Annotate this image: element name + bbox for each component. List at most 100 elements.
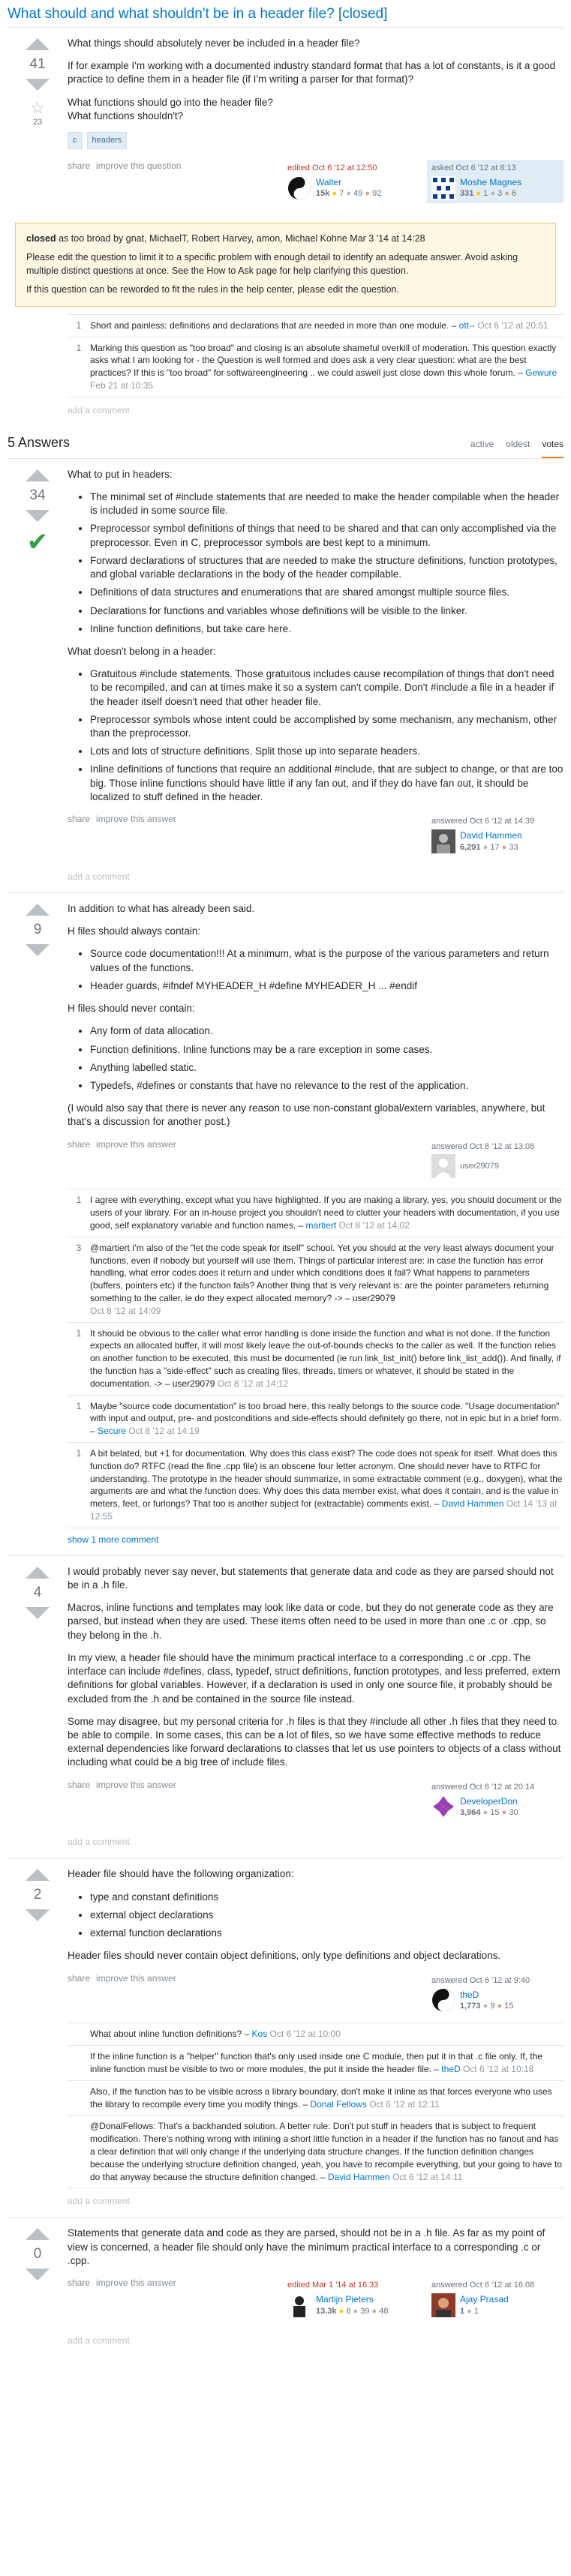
- upvote-arrow-icon[interactable]: [26, 903, 50, 916]
- comment-user[interactable]: Secure: [98, 1426, 126, 1436]
- downvote-arrow-icon[interactable]: [26, 943, 50, 956]
- tag-c[interactable]: c: [68, 132, 83, 149]
- answered-time: answered Oct 6 '12 at 20:14: [431, 1782, 535, 1792]
- user-name[interactable]: theD: [460, 1989, 513, 2001]
- user-name[interactable]: Ajay Prasad: [460, 2293, 509, 2305]
- user-name[interactable]: David Hammen: [460, 829, 522, 841]
- share-link[interactable]: share: [68, 813, 90, 825]
- list: Source code documentation!!! At a minimu…: [68, 947, 563, 993]
- comment-user[interactable]: David Hammen: [328, 2172, 390, 2182]
- add-comment-link[interactable]: add a comment: [68, 871, 556, 882]
- add-comment-link[interactable]: add a comment: [68, 2335, 556, 2346]
- downvote-arrow-icon[interactable]: [26, 2269, 50, 2281]
- paragraph: What doesn't belong in a header:: [68, 645, 216, 657]
- comment-user[interactable]: theD: [441, 2064, 460, 2074]
- walter-avatar[interactable]: [287, 176, 311, 200]
- martijn-pieters-avatar[interactable]: [287, 2293, 311, 2317]
- show-more-comments-link[interactable]: show 1 more comment: [68, 1534, 556, 1545]
- tab-oldest[interactable]: oldest: [506, 439, 530, 458]
- share-link[interactable]: share: [68, 1972, 90, 1984]
- post-menu-row: share improve this answer edited Mar 1 '…: [68, 2277, 563, 2320]
- post-menu-row: share improve this answer answered Oct 8…: [68, 1138, 563, 1182]
- add-comment-link[interactable]: add a comment: [68, 2196, 556, 2206]
- moshe-avatar[interactable]: [431, 175, 455, 200]
- share-link[interactable]: share: [68, 160, 90, 172]
- post-menu-row: share improve this answer answered Oct 6…: [68, 813, 563, 856]
- user-name[interactable]: DeveloperDon: [460, 1795, 518, 1807]
- downvote-arrow-icon[interactable]: [26, 509, 50, 522]
- comment-user[interactable]: David Hammen: [442, 1498, 504, 1509]
- asker-card: asked Oct 6 '12 at 8:13 Moshe Magnes 331…: [427, 159, 563, 203]
- thed-avatar[interactable]: [431, 1988, 455, 2012]
- list: The minimal set of #include statements t…: [68, 490, 563, 636]
- post-menu: share improve this answer: [68, 1972, 176, 1984]
- tab-votes[interactable]: votes: [542, 439, 563, 458]
- user-cards: edited Oct 6 '12 at 12:50 Walter 15k ● 7…: [283, 159, 563, 203]
- share-link[interactable]: share: [68, 1138, 90, 1150]
- comment-user[interactable]: Kos: [251, 2029, 267, 2039]
- question-comments: 1 Short and painless: definitions and de…: [68, 313, 563, 397]
- downvote-arrow-icon[interactable]: [26, 1909, 50, 1922]
- upvote-arrow-icon[interactable]: [26, 1566, 50, 1579]
- answer-comments: 1I agree with everything, except what yo…: [68, 1189, 563, 1528]
- improve-link[interactable]: improve this answer: [96, 1972, 176, 1984]
- post-menu: share improve this answer: [68, 813, 176, 825]
- david-hammen-avatar[interactable]: [431, 829, 455, 853]
- list-item: Typedefs, #defines or constants that hav…: [90, 1079, 563, 1093]
- comment-user[interactable]: Donal Fellows: [310, 2099, 366, 2110]
- downvote-arrow-icon[interactable]: [26, 1606, 50, 1619]
- paragraph: What to put in headers:: [68, 468, 173, 480]
- share-link[interactable]: share: [68, 2277, 90, 2289]
- answers-header: 5 Answers active oldest votes: [8, 435, 563, 459]
- improve-link[interactable]: improve this answer: [96, 813, 176, 825]
- comment: @DonalFellows: That's a backhanded solut…: [68, 2116, 563, 2189]
- improve-link[interactable]: improve this answer: [96, 1138, 176, 1150]
- list-item: Inline definitions of functions that req…: [90, 763, 563, 804]
- upvote-arrow-icon[interactable]: [26, 469, 50, 481]
- list-item: external object declarations: [90, 1909, 563, 1922]
- improve-link[interactable]: improve this answer: [96, 1779, 176, 1791]
- list-item: Lots and lots of structure definitions. …: [90, 745, 563, 758]
- tag-headers[interactable]: headers: [86, 132, 128, 149]
- comment-user[interactable]: martiert: [306, 1220, 337, 1231]
- comment-score: [68, 2120, 90, 2183]
- upvote-arrow-icon[interactable]: [26, 1869, 50, 1882]
- user-reputation: 3,964 ● 15 ● 30: [460, 1808, 518, 1818]
- closed-by-line: as too broad by gnat, MichaelT, Robert H…: [59, 232, 425, 244]
- answerer-card: answered Oct 6 '12 at 20:14 DeveloperDon…: [427, 1779, 563, 1822]
- edited-time[interactable]: edited Oct 6 '12 at 12:50: [287, 163, 415, 174]
- answerer-card: answered Oct 6 '12 at 9:40 theD 1,773 ● …: [427, 1972, 563, 2016]
- comment-user[interactable]: ott--: [459, 320, 475, 331]
- user-name[interactable]: Walter: [316, 176, 381, 188]
- comment: 3 @martiert I'm also of the "let the code…: [68, 1237, 563, 1323]
- comment: 1 Short and painless: definitions and de…: [68, 315, 563, 337]
- tab-active[interactable]: active: [470, 439, 494, 458]
- comment-user[interactable]: Gewure: [525, 367, 557, 378]
- user-name[interactable]: Moshe Magnes: [460, 176, 521, 188]
- developerdon-avatar[interactable]: [431, 1795, 455, 1819]
- list-item: Forward declarations of structures that …: [90, 554, 563, 581]
- paragraph: Header file should have the following or…: [68, 1868, 294, 1880]
- list-item: type and constant definitions: [90, 1891, 563, 1904]
- default-avatar-icon[interactable]: [431, 1154, 455, 1179]
- improve-link[interactable]: improve this question: [96, 160, 181, 172]
- upvote-arrow-icon[interactable]: [26, 38, 50, 50]
- question-title[interactable]: What should and what shouldn't be in a h…: [8, 6, 563, 28]
- answered-time: answered Oct 8 '12 at 13:08: [431, 1141, 535, 1151]
- upvote-arrow-icon[interactable]: [26, 2228, 50, 2241]
- paragraph: (I would also say that there is never an…: [68, 1102, 545, 1128]
- ajay-prasad-avatar[interactable]: [431, 2293, 455, 2317]
- comment-score: [68, 2050, 90, 2076]
- edited-time[interactable]: edited Mar 1 '14 at 16:33: [287, 2280, 415, 2291]
- downvote-arrow-icon[interactable]: [26, 79, 50, 91]
- vote-count: 2: [33, 1887, 42, 1903]
- favorite-star-icon[interactable]: ☆: [30, 98, 45, 118]
- user-name[interactable]: Martijn Pieters: [316, 2293, 389, 2305]
- comment-time: Oct 6 '12 at 10:18: [462, 2064, 534, 2074]
- answer: 0 Statements that generate data and code…: [8, 2218, 563, 2356]
- add-comment-link[interactable]: add a comment: [68, 1837, 556, 1847]
- add-comment-link[interactable]: add a comment: [68, 405, 563, 415]
- improve-link[interactable]: improve this answer: [96, 2277, 176, 2289]
- user-reputation: 6,291 ● 17 ● 33: [460, 842, 518, 852]
- share-link[interactable]: share: [68, 1779, 90, 1791]
